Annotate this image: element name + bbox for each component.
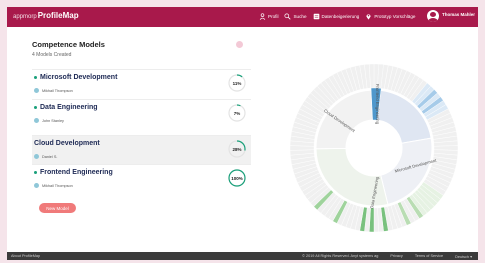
models-count: 4 Models Created	[32, 52, 72, 58]
footer-copyright: © 2019 All Rights Reserved. Anyt systems…	[302, 254, 379, 258]
top-navigation-bar: appmorpProfileMap Profil Suche Datenbeig…	[7, 7, 478, 27]
owner-name: Mikhail Thompson	[42, 88, 73, 93]
owner-avatar-icon	[34, 183, 39, 188]
footer-terms-link[interactable]: Terms of Service	[415, 254, 443, 259]
nav-label: Datenbeigerierung	[321, 14, 360, 19]
model-name-text: Cloud Development	[34, 140, 100, 147]
progress-label: 7%	[233, 110, 241, 116]
nav-item-suche[interactable]: Suche	[284, 13, 307, 20]
progress-label: 28%	[232, 146, 242, 152]
status-dot-icon	[34, 170, 37, 174]
progress-ring: 28%	[227, 139, 247, 159]
progress-label: 100%	[231, 175, 243, 181]
owner-avatar-icon	[34, 118, 39, 123]
user-menu[interactable]: Thomas Mahler	[427, 10, 475, 22]
language-select[interactable]: Deutsch ▾	[455, 254, 472, 259]
nav-label: Profil	[268, 14, 279, 19]
owner-name: Mikhail Thompson	[42, 183, 73, 188]
competence-sunburst-chart[interactable]: Frontend EngineeringMicrosoft Developmen…	[284, 58, 464, 238]
model-name-text: Data Engineering	[40, 104, 98, 111]
progress-ring: 100%	[227, 168, 247, 188]
avatar	[427, 10, 439, 22]
main-nav: Profil Suche Datenbeigerierung Prototyp …	[259, 13, 415, 20]
competence-model-card[interactable]: Microsoft Development Mikhail Thompson 11%	[32, 69, 251, 98]
status-dot-icon	[34, 75, 37, 79]
model-name-text: Microsoft Development	[40, 74, 118, 81]
nav-item-datenbeigerierung[interactable]: Datenbeigerierung	[313, 13, 360, 20]
model-name: Cloud Development	[34, 140, 100, 147]
model-name: Frontend Engineering	[34, 169, 113, 176]
model-owner: John Stanley	[34, 118, 64, 123]
footer-about-link[interactable]: About ProfileMap	[11, 254, 40, 258]
database-icon	[313, 13, 319, 20]
progress-ring: 11%	[227, 73, 247, 93]
search-icon	[284, 13, 292, 20]
progress-ring: 7%	[227, 103, 247, 123]
model-name: Data Engineering	[34, 104, 98, 111]
owner-name: John Stanley	[42, 118, 64, 123]
location-pin-icon	[366, 14, 371, 20]
owner-name: Daniel S.	[42, 154, 58, 159]
nav-label: Suche	[293, 14, 307, 19]
competence-model-card[interactable]: Cloud Development Daniel S. 28%	[32, 135, 251, 164]
close-icon[interactable]	[236, 41, 243, 48]
model-name-text: Frontend Engineering	[40, 169, 113, 176]
footer-privacy-link[interactable]: Privacy	[390, 254, 402, 259]
user-icon	[259, 13, 266, 20]
model-name: Microsoft Development	[34, 74, 117, 81]
competence-model-card[interactable]: Data Engineering John Stanley 7%	[32, 99, 251, 128]
footer: About ProfileMap © 2019 All Rights Reser…	[7, 252, 478, 260]
sunburst-label: Frontend Engineering	[375, 84, 380, 125]
new-model-button[interactable]: New Model	[39, 203, 76, 213]
nav-label: Prototyp Vorschläge	[374, 14, 416, 19]
logo-prefix: appmorp	[13, 14, 37, 20]
footer-links: © 2019 All Rights Reserved. Anyt systems…	[302, 254, 472, 259]
competence-model-card[interactable]: Frontend Engineering Mikhail Thompson 100%	[32, 164, 251, 193]
nav-item-prototyp[interactable]: Prototyp Vorschläge	[365, 13, 415, 20]
app-logo[interactable]: appmorpProfileMap	[13, 11, 79, 20]
model-owner: Daniel S.	[34, 154, 57, 159]
owner-avatar-icon	[34, 88, 39, 93]
user-name: Thomas Mahler	[442, 12, 476, 17]
logo-name: ProfileMap	[37, 11, 79, 20]
app-window: appmorpProfileMap Profil Suche Datenbeig…	[7, 7, 478, 260]
progress-label: 11%	[232, 80, 242, 86]
page-title: Competence Models	[32, 40, 105, 49]
status-dot-icon	[34, 105, 37, 109]
model-owner: Mikhail Thompson	[34, 183, 73, 188]
owner-avatar-icon	[34, 154, 39, 159]
model-owner: Mikhail Thompson	[34, 88, 73, 93]
nav-item-profil[interactable]: Profil	[259, 13, 278, 20]
